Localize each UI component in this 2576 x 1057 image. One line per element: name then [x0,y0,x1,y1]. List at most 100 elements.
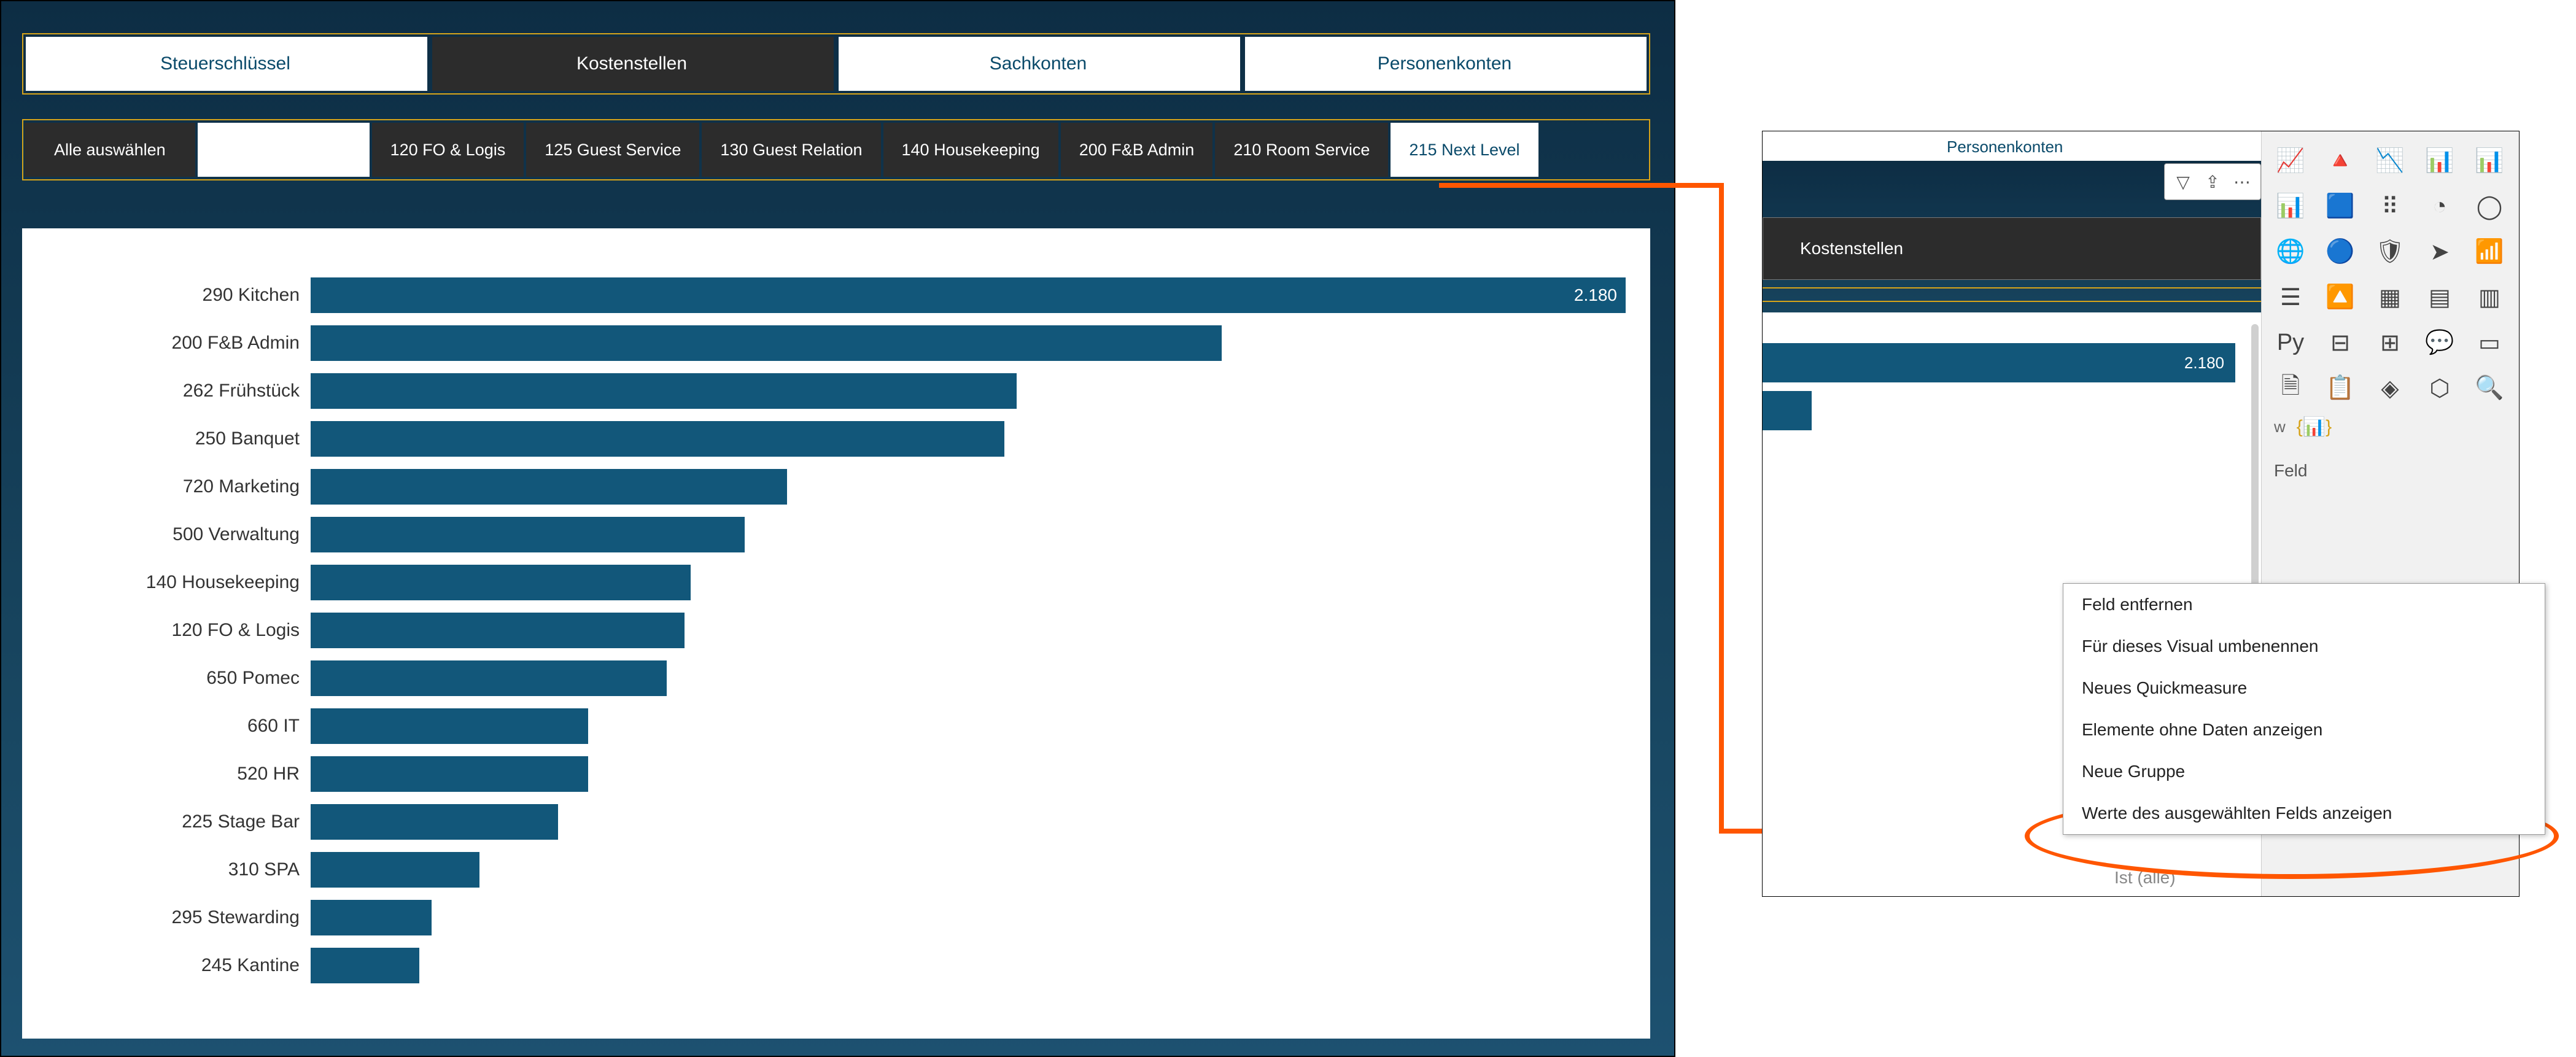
viz-type-icon[interactable]: ◈ [2370,370,2410,406]
bar-row: 120 FO & Logis [47,606,1626,654]
bar-row: 200 F&B Admin [47,319,1626,367]
viz-type-icon[interactable]: 📉 [2370,142,2410,179]
bar-label: 520 HR [47,764,311,784]
field-context-menu: Feld entfernen Für dieses Visual umbenen… [2063,583,2545,835]
viz-type-icon[interactable]: 🌐 [2270,233,2311,270]
tab-sachkonten[interactable]: Sachkonten [839,37,1240,91]
viz-type-icon[interactable]: Py [2270,324,2311,361]
bar-label: 500 Verwaltung [47,524,311,545]
more-icon[interactable]: ⋯ [2227,169,2257,195]
filter-120[interactable]: 120 FO & Logis [372,123,524,177]
filter-215[interactable]: 215 Next Level [1391,123,1538,177]
bar[interactable] [311,517,745,552]
menu-quickmeasure[interactable]: Neues Quickmeasure [2063,667,2545,709]
viz-type-icon[interactable]: 🛡 [2370,233,2410,270]
viz-type-icon[interactable]: 🔵 [2320,233,2361,270]
select-all-button[interactable]: Alle auswählen [25,123,195,177]
viz-type-icon[interactable]: 🗎 [2270,370,2311,406]
menu-werte-anzeigen[interactable]: Werte des ausgewählten Felds anzeigen [2063,792,2545,834]
bar-label: 310 SPA [47,859,311,880]
viz-type-icon[interactable]: ◔ [2419,188,2460,225]
viz-type-icon[interactable]: ☰ [2270,279,2311,316]
filter-bar: Alle auswählen 120 FO & Logis 125 Guest … [22,119,1650,180]
viz-type-icon[interactable]: ▤ [2419,279,2460,316]
mini-kostenstellen-band[interactable]: Kostenstellen [1763,217,2261,280]
bar-row: 290 Kitchen2.180 [47,271,1626,319]
filter-blank[interactable] [198,123,370,177]
bar-row: 295 Stewarding [47,894,1626,942]
bar[interactable] [311,852,479,888]
viz-type-icon[interactable]: ⬡ [2419,370,2460,406]
viz-type-icon[interactable]: ▦ [2370,279,2410,316]
bar[interactable] [311,900,432,935]
field-well-label: Feld [2262,443,2519,489]
bar-label: 650 Pomec [47,668,311,689]
tab-personenkonten[interactable]: Personenkonten [1245,37,1647,91]
bar[interactable] [311,325,1222,361]
menu-visual-umbenennen[interactable]: Für dieses Visual umbenennen [2063,625,2545,667]
viz-type-icon[interactable]: 📊 [2419,142,2460,179]
bar[interactable] [311,421,1004,457]
filter-icon[interactable]: ▽ [2168,169,2198,195]
bar[interactable] [311,804,558,840]
viz-gallery: 📈🔺📉📊📊📊🟦⠿◔◯🌐🔵🛡➤📶☰🔼▦▤▥Py⊟⊞💬▭🗎📋◈⬡🔍 [2262,131,2519,411]
top-nav: Steuerschlüssel Kostenstellen Sachkonten… [22,33,1650,95]
filter-200[interactable]: 200 F&B Admin [1061,123,1213,177]
bar-row: 650 Pomec [47,654,1626,702]
viz-type-icon[interactable]: 📋 [2320,370,2361,406]
bar[interactable] [311,756,588,792]
menu-ohne-daten[interactable]: Elemente ohne Daten anzeigen [2063,709,2545,751]
connector-line [1719,183,1724,834]
bar-row: 245 Kantine [47,942,1626,989]
menu-feld-entfernen[interactable]: Feld entfernen [2063,584,2545,625]
viz-type-icon[interactable]: ⊟ [2320,324,2361,361]
bar[interactable] [311,948,419,983]
tab-kostenstellen[interactable]: Kostenstellen [432,37,834,91]
bar-chart[interactable]: 290 Kitchen2.180200 F&B Admin262 Frühstü… [22,228,1650,1039]
viz-type-icon[interactable]: ⠿ [2370,188,2410,225]
viz-type-icon[interactable]: ◯ [2469,188,2510,225]
viz-type-icon[interactable]: 📈 [2270,142,2311,179]
bar-label: 225 Stage Bar [47,811,311,832]
filter-210[interactable]: 210 Room Service [1215,123,1388,177]
bar-label: 295 Stewarding [47,907,311,928]
menu-neue-gruppe[interactable]: Neue Gruppe [2063,751,2545,792]
viz-type-icon[interactable]: 🔺 [2320,142,2361,179]
connector-line [1439,183,1721,188]
bar-row: 310 SPA [47,846,1626,894]
mini-tab-label[interactable]: Personenkonten [1947,137,2063,157]
bar[interactable] [311,469,787,505]
w-icon[interactable]: w [2274,417,2286,436]
viz-type-icon[interactable]: 💬 [2419,324,2460,361]
tab-steuerschluessel[interactable]: Steuerschlüssel [26,37,427,91]
bar[interactable]: 2.180 [311,277,1626,313]
viz-type-icon[interactable]: ▭ [2469,324,2510,361]
viz-type-icon[interactable]: 🔼 [2320,279,2361,316]
viz-type-icon[interactable]: 📊 [2270,188,2311,225]
bar-row: 520 HR [47,750,1626,798]
filter-140[interactable]: 140 Housekeeping [883,123,1058,177]
bar-row: 262 Frühstück [47,367,1626,415]
viz-type-icon[interactable]: 🔍 [2469,370,2510,406]
mini-filterbar [1763,287,2261,302]
filter-130[interactable]: 130 Guest Relation [702,123,880,177]
bar[interactable] [311,660,667,696]
bar[interactable] [311,613,685,648]
viz-type-icon[interactable]: 📊 [2469,142,2510,179]
brace-icon[interactable]: {📊} [2297,416,2332,438]
bar-row: 250 Banquet [47,415,1626,463]
viz-type-icon[interactable]: 🟦 [2320,188,2361,225]
viz-type-icon[interactable]: ⊞ [2370,324,2410,361]
bar[interactable] [311,565,691,600]
filter-125[interactable]: 125 Guest Service [526,123,699,177]
mini-bar-value: 2.180 [2184,354,2224,373]
bar[interactable] [311,373,1017,409]
bar-label: 120 FO & Logis [47,620,311,641]
viz-type-icon[interactable]: 📶 [2469,233,2510,270]
bar[interactable] [311,708,588,744]
bar-label: 290 Kitchen [47,285,311,306]
bar-row: 140 Housekeeping [47,559,1626,606]
export-icon[interactable]: ⇪ [2198,169,2227,195]
viz-type-icon[interactable]: ➤ [2419,233,2460,270]
viz-type-icon[interactable]: ▥ [2469,279,2510,316]
